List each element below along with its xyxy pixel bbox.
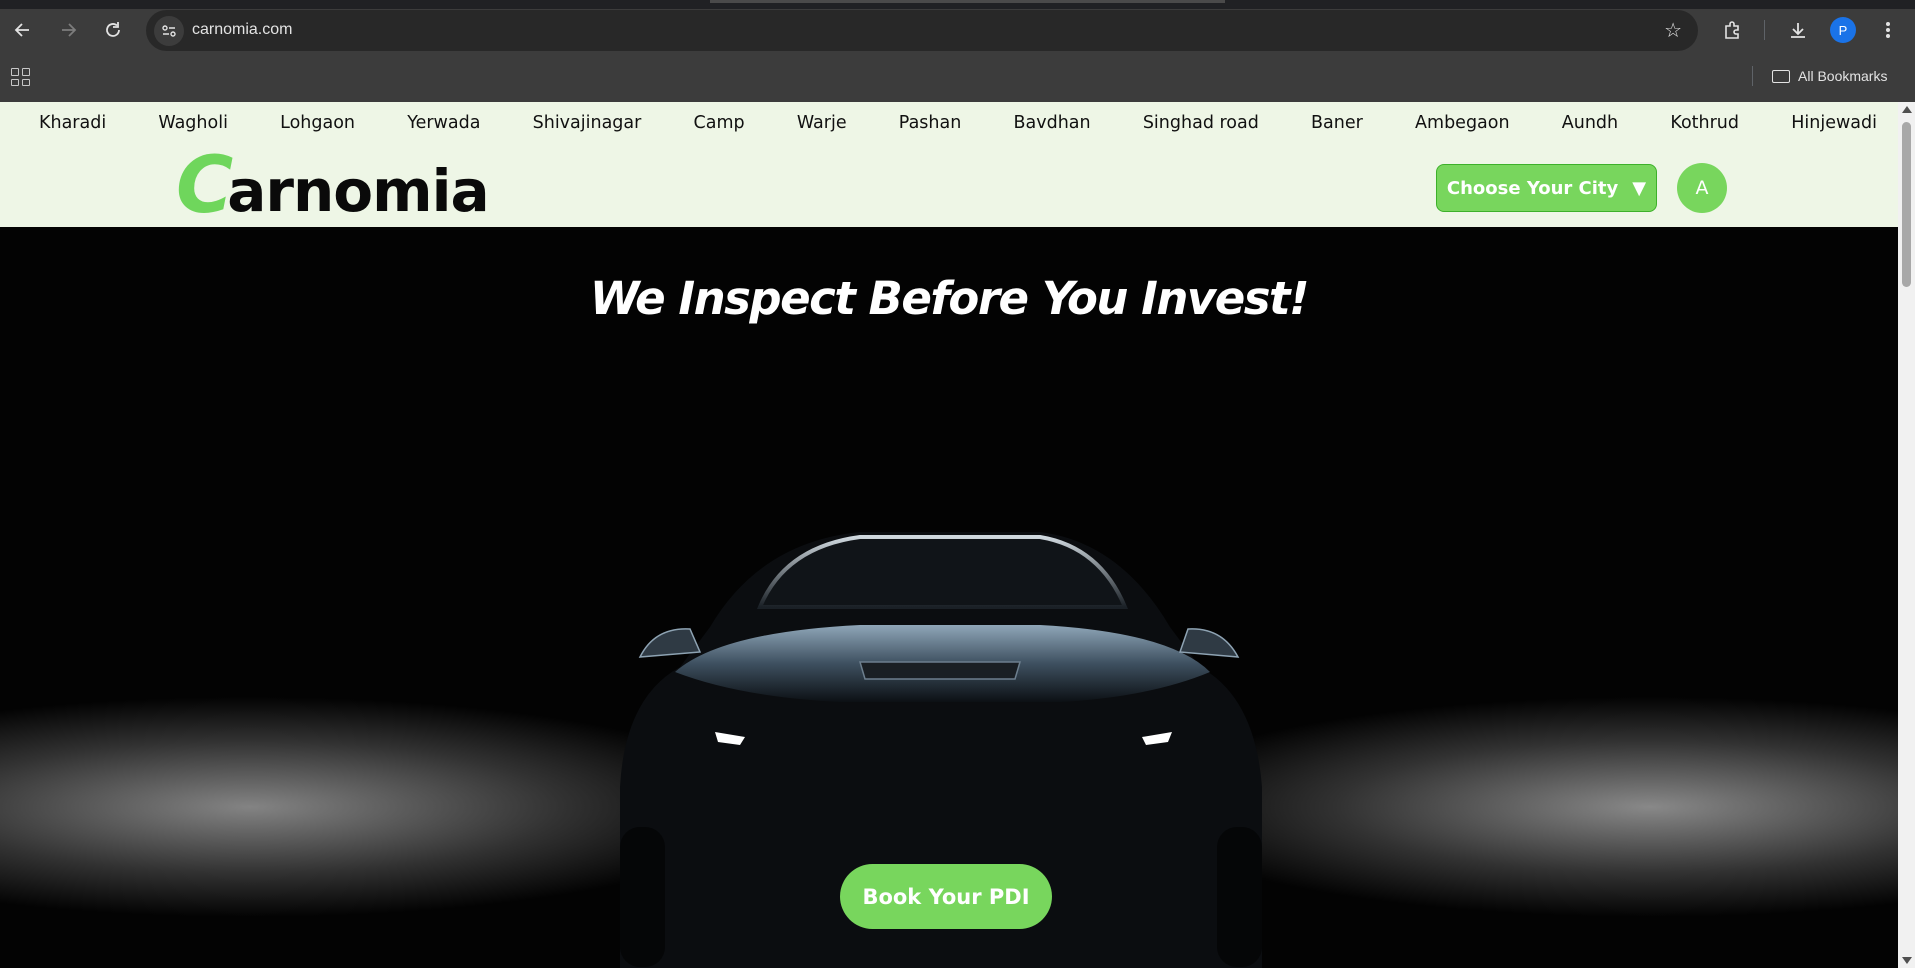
star-icon[interactable]: ☆ (1664, 18, 1682, 42)
hero-title: We Inspect Before You Invest! (589, 272, 1310, 325)
folder-icon (1772, 69, 1790, 83)
locations-nav: Kharadi Wagholi Lohgaon Yerwada Shivajin… (0, 102, 1898, 144)
scroll-up-arrow-icon[interactable] (1902, 106, 1912, 113)
location-link-aundh[interactable]: Aundh (1562, 113, 1618, 133)
location-link-camp[interactable]: Camp (694, 113, 745, 133)
carnomia-logo[interactable]: C arnomia (176, 141, 490, 231)
forward-arrow-icon[interactable] (52, 14, 84, 46)
choose-city-label: Choose Your City (1446, 177, 1619, 199)
extensions-icon[interactable] (1716, 14, 1748, 46)
profile-avatar[interactable]: P (1830, 17, 1856, 43)
location-link-shivajinagar[interactable]: Shivajinagar (533, 113, 642, 133)
location-link-singhad-road[interactable]: Singhad road (1143, 113, 1259, 133)
browser-toolbar: carnomia.com ☆ P (0, 0, 1915, 60)
scroll-down-arrow-icon[interactable] (1902, 957, 1912, 964)
location-link-ambegaon[interactable]: Ambegaon (1415, 113, 1510, 133)
menu-icon[interactable] (1872, 14, 1904, 46)
toolbar-separator (1764, 20, 1765, 40)
dropdown-arrow-icon: ▼ (1632, 177, 1647, 199)
address-bar[interactable]: carnomia.com ☆ (146, 10, 1698, 51)
bookmarks-bar (0, 60, 1915, 102)
active-tab-indicator[interactable] (710, 0, 1225, 3)
scrollbar-thumb[interactable] (1902, 122, 1911, 287)
choose-city-button[interactable]: Choose Your City ▼ (1436, 164, 1657, 212)
url-text[interactable]: carnomia.com (192, 21, 292, 39)
page-content: Kharadi Wagholi Lohgaon Yerwada Shivajin… (0, 102, 1898, 968)
location-link-pashan[interactable]: Pashan (899, 113, 962, 133)
back-arrow-icon[interactable] (7, 14, 39, 46)
location-link-kharadi[interactable]: Kharadi (39, 113, 106, 133)
site-header: Kharadi Wagholi Lohgaon Yerwada Shivajin… (0, 102, 1898, 227)
car-hero-image (0, 532, 1898, 968)
location-link-bavdhan[interactable]: Bavdhan (1014, 113, 1091, 133)
hero-section: We Inspect Before You Invest! Book Your … (0, 227, 1898, 968)
location-link-wagholi[interactable]: Wagholi (158, 113, 228, 133)
bookmarks-separator (1752, 66, 1753, 86)
download-icon[interactable] (1782, 14, 1814, 46)
location-link-hinjewadi[interactable]: Hinjewadi (1791, 113, 1877, 133)
location-link-kothrud[interactable]: Kothrud (1670, 113, 1739, 133)
user-avatar[interactable]: A (1677, 163, 1727, 213)
location-link-warje[interactable]: Warje (797, 113, 847, 133)
logo-wordmark: arnomia (227, 157, 489, 225)
location-link-baner[interactable]: Baner (1311, 113, 1363, 133)
site-info-icon[interactable] (154, 16, 184, 46)
location-link-lohgaon[interactable]: Lohgaon (280, 113, 355, 133)
apps-grid-icon[interactable] (8, 65, 32, 89)
logo-first-letter: C (176, 141, 234, 231)
location-link-yerwada[interactable]: Yerwada (407, 113, 480, 133)
reload-icon[interactable] (97, 14, 129, 46)
page-scrollbar[interactable] (1898, 102, 1915, 968)
book-pdi-button[interactable]: Book Your PDI (840, 864, 1052, 929)
all-bookmarks-label: All Bookmarks (1798, 68, 1888, 84)
all-bookmarks-button[interactable]: All Bookmarks (1772, 66, 1887, 86)
